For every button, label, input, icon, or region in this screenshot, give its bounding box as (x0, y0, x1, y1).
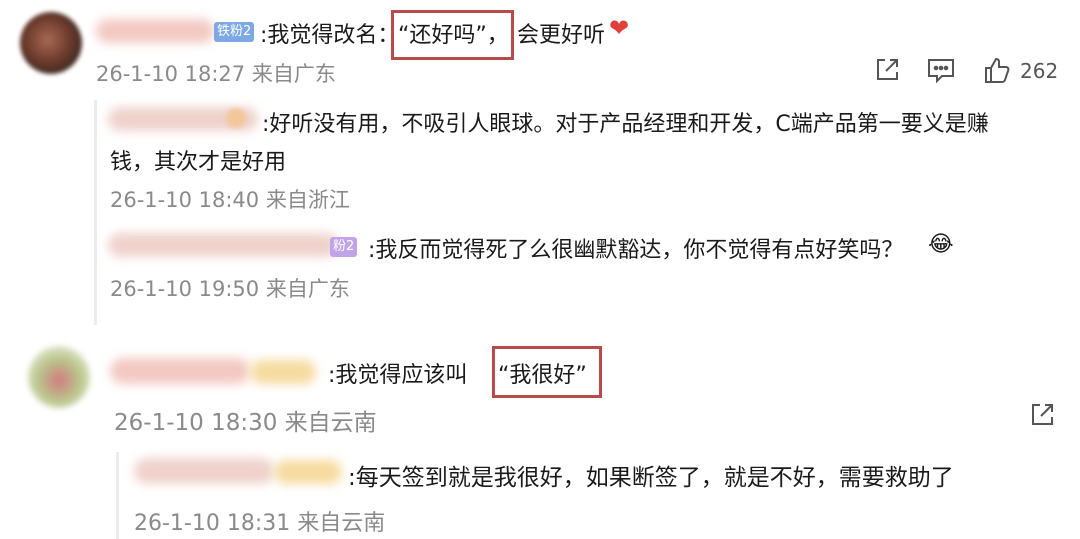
comment-text-prefix: :我觉得改名： (260, 23, 400, 48)
share-icon[interactable] (873, 56, 901, 84)
badge-blurred (274, 460, 342, 484)
comment-meta: 26-1-10 18:30 来自云南 (114, 410, 377, 436)
comment-text-prefix: :我觉得应该叫 (328, 363, 468, 388)
fan-badge: 铁粉2 (214, 22, 255, 42)
highlight-box (492, 346, 602, 398)
like-count: 262 (1020, 59, 1059, 83)
avatar[interactable] (20, 12, 82, 74)
reply-text: :我反而觉得死了么很幽默豁达，你不觉得有点好笑吗？ (368, 238, 904, 263)
badge-blurred (250, 360, 316, 384)
avatar[interactable] (28, 346, 90, 408)
username-blurred[interactable] (96, 19, 214, 43)
reply-username-blurred[interactable] (108, 233, 338, 257)
reply-meta: 26-1-10 19:50 来自广东 (110, 277, 350, 301)
reply-thread-line (116, 452, 119, 539)
highlight-box (391, 10, 514, 60)
reply-meta: 26-1-10 18:40 来自浙江 (110, 188, 350, 212)
share-icon[interactable] (1028, 401, 1056, 429)
like-icon[interactable] (982, 55, 1012, 85)
reply-avatar (226, 108, 246, 128)
laughing-emoji-icon: 😂 (928, 232, 954, 257)
comment-text-suffix: 会更好听 (517, 23, 606, 48)
comment-icon[interactable] (926, 56, 956, 84)
reply-text: :每天签到就是我很好，如果断签了，就是不好，需要救助了 (348, 465, 954, 491)
reply-meta: 26-1-10 18:31 来自云南 (134, 511, 386, 536)
reply-text-line1: :好听没有用，不吸引人眼球。对于产品经理和开发，C端产品第一要义是赚 (262, 112, 989, 137)
reply-username-blurred[interactable] (134, 458, 274, 484)
reply-thread-line (94, 100, 97, 325)
heart-icon: ❤ (609, 14, 630, 42)
username-blurred[interactable] (110, 358, 250, 384)
reply-text-line2: 钱，其次才是好用 (110, 150, 287, 175)
comment-meta: 26-1-10 18:27 来自广东 (96, 62, 336, 86)
fan-badge: 粉2 (330, 237, 358, 257)
